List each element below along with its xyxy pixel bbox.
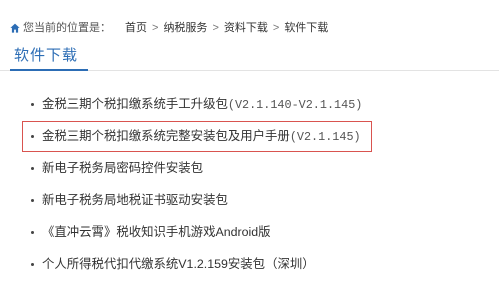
download-link[interactable]: 《直冲云霄》税收知识手机游戏Android版 <box>42 225 271 239</box>
bullet-dot <box>31 103 34 106</box>
tab-underline <box>10 69 88 71</box>
download-version: (V2.1.145) <box>289 130 361 144</box>
home-icon <box>10 23 20 33</box>
breadcrumb-prefix: 您当前的位置是： <box>23 22 111 34</box>
download-item: 新电子税务局密码控件安装包 <box>0 152 499 184</box>
download-item: 金税三期个税扣缴系统完整安装包及用户手册(V2.1.145) <box>0 120 499 152</box>
bullet-dot <box>31 231 34 234</box>
bullet-dot <box>31 263 34 266</box>
breadcrumb: 您当前的位置是： 首页 > 纳税服务 > 资料下载 > 软件下载 <box>10 21 328 35</box>
download-link[interactable]: 新电子税务局地税证书驱动安装包 <box>42 193 228 207</box>
download-title: 金税三期个税扣缴系统手工升级包 <box>42 97 228 111</box>
bullet-dot <box>31 167 34 170</box>
breadcrumb-separator: > <box>152 22 159 34</box>
section-title: 软件下载 <box>14 47 79 64</box>
download-item: 新电子税务局地税证书驱动安装包 <box>0 184 499 216</box>
download-link[interactable]: 个人所得税代扣代缴系统V1.2.159安装包（深圳） <box>42 257 315 271</box>
download-item: 个人所得税代扣代缴系统V1.2.159安装包（深圳） <box>0 248 499 280</box>
download-item: 《直冲云霄》税收知识手机游戏Android版 <box>0 216 499 248</box>
breadcrumb-link-home[interactable]: 首页 <box>125 21 147 35</box>
download-title: 金税三期个税扣缴系统完整安装包及用户手册 <box>42 129 290 143</box>
download-title: 个人所得税代扣代缴系统V1.2.159安装包（深圳） <box>42 257 315 271</box>
breadcrumb-separator: > <box>272 22 280 34</box>
download-item: 金税三期个税扣缴系统手工升级包(V2.1.140-V2.1.145) <box>0 88 499 120</box>
download-list: 金税三期个税扣缴系统手工升级包(V2.1.140-V2.1.145) 金税三期个… <box>0 88 499 280</box>
download-link[interactable]: 新电子税务局密码控件安装包 <box>42 161 203 175</box>
download-link[interactable]: 金税三期个税扣缴系统完整安装包及用户手册(V2.1.145) <box>42 129 361 144</box>
download-version: (V2.1.140-V2.1.145) <box>227 98 363 112</box>
download-title: 新电子税务局地税证书驱动安装包 <box>42 193 228 207</box>
download-title: 《直冲云霄》税收知识手机游戏Android版 <box>42 225 271 239</box>
download-link[interactable]: 金税三期个税扣缴系统手工升级包(V2.1.140-V2.1.145) <box>42 97 363 112</box>
bullet-dot <box>31 135 34 138</box>
breadcrumb-separator: > <box>212 22 219 34</box>
breadcrumb-link-downloads[interactable]: 资料下载 <box>224 21 268 35</box>
download-title: 新电子税务局密码控件安装包 <box>42 161 204 175</box>
breadcrumb-current: 软件下载 <box>284 22 329 34</box>
bullet-dot <box>31 199 34 202</box>
breadcrumb-link-tax-service[interactable]: 纳税服务 <box>163 21 207 35</box>
